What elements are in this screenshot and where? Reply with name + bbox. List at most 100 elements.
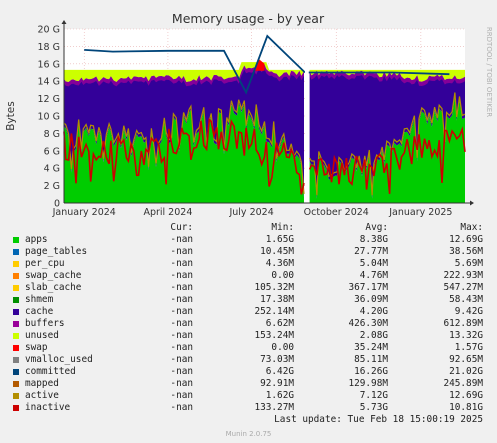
x-tick-label: April 2024: [143, 207, 192, 218]
legend-name: vmalloc_used: [25, 354, 93, 365]
legend-cur: -nan: [170, 234, 193, 245]
legend-max: 21.02G: [449, 366, 483, 377]
legend-swatch: [13, 345, 19, 351]
legend-row-active: active -nan 1.62G 7.12G 12.69G: [0, 390, 497, 402]
legend-min: 1.62G: [265, 390, 294, 401]
legend-min: 105.32M: [254, 282, 294, 293]
legend-avg: 7.12G: [359, 390, 388, 401]
legend-name: apps: [25, 234, 48, 245]
legend-row-vmalloc-used: vmalloc_used -nan 73.03M 85.11M 92.65M: [0, 354, 497, 366]
legend-cur: -nan: [170, 258, 193, 269]
legend-name: shmem: [25, 294, 54, 305]
legend-name: inactive: [25, 402, 71, 413]
legend-swatch: [13, 333, 19, 339]
legend-name: mapped: [25, 378, 59, 389]
legend-max: 13.32G: [449, 330, 483, 341]
y-axis-arrow: [61, 20, 67, 24]
legend-max: 5.69M: [454, 258, 483, 269]
legend-cur: -nan: [170, 342, 193, 353]
legend-max: 1.57G: [454, 342, 483, 353]
legend-table: Cur: Min: Avg: Max: apps -nan 1.65G 8.38G 12…: [0, 222, 497, 414]
legend-max: 222.93M: [443, 270, 483, 281]
legend-avg: 35.24M: [354, 342, 388, 353]
legend-cur: -nan: [170, 402, 193, 413]
legend-avg: 2.08G: [359, 330, 388, 341]
legend-avg: 5.73G: [359, 402, 388, 413]
legend-avg: 367.17M: [348, 282, 388, 293]
last-update: Last update: Tue Feb 18 15:00:19 2025: [274, 414, 483, 425]
legend-avg: 4.76M: [359, 270, 388, 281]
legend-cur: -nan: [170, 306, 193, 317]
legend-row-swap: swap -nan 0.00 35.24M 1.57G: [0, 342, 497, 354]
legend-swatch: [13, 297, 19, 303]
legend-max: 92.65M: [449, 354, 483, 365]
legend-swatch: [13, 273, 19, 279]
munin-version: Munin 2.0.75: [225, 430, 272, 438]
y-tick-label: 20 G: [38, 25, 60, 36]
legend-row-shmem: shmem -nan 17.38M 36.09M 58.43M: [0, 294, 497, 306]
legend-max: 9.42G: [454, 306, 483, 317]
legend-min: 252.14M: [254, 306, 294, 317]
legend-name: page_tables: [25, 246, 88, 257]
legend-row-page-tables: page_tables -nan 10.45M 27.77M 38.56M: [0, 246, 497, 258]
legend-name: per_cpu: [25, 258, 65, 269]
x-axis-arrow: [470, 200, 474, 206]
y-tick-label: 10 G: [38, 112, 60, 123]
legend-max: 12.69G: [449, 390, 483, 401]
legend-swatch: [13, 237, 19, 243]
legend-cur: -nan: [170, 390, 193, 401]
legend-cur: -nan: [170, 366, 193, 377]
legend-row-swap-cache: swap_cache -nan 0.00 4.76M 222.93M: [0, 270, 497, 282]
legend-min: 6.62M: [265, 318, 294, 329]
legend-max: 12.69G: [449, 234, 483, 245]
y-tick-label: 8 G: [44, 129, 60, 140]
legend-avg: 4.20G: [359, 306, 388, 317]
legend-max: 245.89M: [443, 378, 483, 389]
legend-avg: 85.11M: [354, 354, 388, 365]
legend-name: buffers: [25, 318, 65, 329]
legend-min: 0.00: [271, 342, 294, 353]
legend-cur: -nan: [170, 270, 193, 281]
rrdtool-watermark: RRDTOOL / TOBI OETIKER: [485, 27, 493, 117]
legend-min: 17.38M: [260, 294, 294, 305]
y-tick-label: 18 G: [38, 42, 60, 53]
legend-swatch: [13, 261, 19, 267]
legend-row-cache: cache -nan 252.14M 4.20G 9.42G: [0, 306, 497, 318]
legend-max: 10.81G: [449, 402, 483, 413]
legend-header-min: Min:: [271, 222, 294, 233]
legend-row-buffers: buffers -nan 6.62M 426.30M 612.89M: [0, 318, 497, 330]
legend-avg: 426.30M: [348, 318, 388, 329]
legend-row-apps: apps -nan 1.65G 8.38G 12.69G: [0, 234, 497, 246]
legend-row-inactive: inactive -nan 133.27M 5.73G 10.81G: [0, 402, 497, 414]
legend-min: 153.24M: [254, 330, 294, 341]
legend-swatch: [13, 249, 19, 255]
legend-name: swap: [25, 342, 48, 353]
legend-avg: 36.09M: [354, 294, 388, 305]
legend-avg: 27.77M: [354, 246, 388, 257]
legend-row-per-cpu: per_cpu -nan 4.36M 5.04M 5.69M: [0, 258, 497, 270]
legend-avg: 5.04M: [359, 258, 388, 269]
legend-swatch: [13, 381, 19, 387]
legend-max: 612.89M: [443, 318, 483, 329]
legend-cur: -nan: [170, 330, 193, 341]
legend-swatch: [13, 369, 19, 375]
legend-row-committed: committed -nan 6.42G 16.26G 21.02G: [0, 366, 497, 378]
stacked-areas: [64, 62, 465, 203]
legend-name: unused: [25, 330, 59, 341]
legend-name: active: [25, 390, 59, 401]
legend-avg: 16.26G: [354, 366, 388, 377]
legend-header-max: Max:: [460, 222, 483, 233]
legend-swatch: [13, 393, 19, 399]
legend-name: swap_cache: [25, 270, 82, 281]
legend-swatch: [13, 321, 19, 327]
legend-max: 38.56M: [449, 246, 483, 257]
chart-title: Memory usage - by year: [172, 11, 325, 26]
legend-swatch: [13, 405, 19, 411]
legend-row-mapped: mapped -nan 92.91M 129.98M 245.89M: [0, 378, 497, 390]
data-gap: [304, 29, 309, 203]
legend-cur: -nan: [170, 378, 193, 389]
legend-swatch: [13, 285, 19, 291]
x-tick-label: October 2024: [304, 207, 369, 218]
x-tick-label: January 2025: [388, 207, 452, 218]
y-tick-label: 12 G: [38, 94, 60, 105]
